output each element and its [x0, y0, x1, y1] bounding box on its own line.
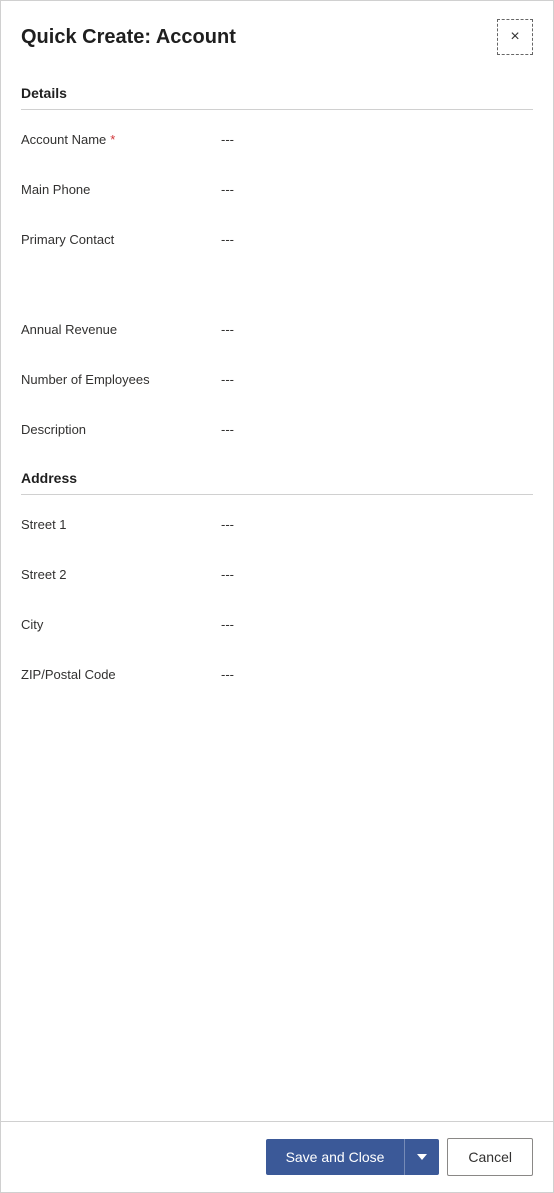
value-primary-contact[interactable]: ---: [221, 232, 533, 247]
field-account-name[interactable]: Account Name *---: [21, 114, 533, 164]
field-number-of-employees[interactable]: Number of Employees---: [21, 354, 533, 404]
field-street-1[interactable]: Street 1---: [21, 499, 533, 549]
value-number-of-employees[interactable]: ---: [221, 372, 533, 387]
label-city: City: [21, 617, 221, 632]
save-and-close-button[interactable]: Save and Close: [266, 1139, 405, 1175]
label-primary-contact: Primary Contact: [21, 232, 221, 247]
save-dropdown-button[interactable]: [404, 1139, 439, 1175]
save-button-container: Save and Close: [266, 1139, 440, 1175]
section-header-address: Address: [21, 454, 533, 495]
dialog-body: DetailsAccount Name *---Main Phone---Pri…: [1, 69, 553, 1121]
value-account-name[interactable]: ---: [221, 132, 533, 147]
required-indicator: *: [110, 132, 115, 147]
label-number-of-employees: Number of Employees: [21, 372, 221, 387]
value-description[interactable]: ---: [221, 422, 533, 437]
label-account-name: Account Name *: [21, 132, 221, 147]
field-main-phone[interactable]: Main Phone---: [21, 164, 533, 214]
label-description: Description: [21, 422, 221, 437]
label-street-2: Street 2: [21, 567, 221, 582]
section-header-details: Details: [21, 69, 533, 110]
field-annual-revenue[interactable]: Annual Revenue---: [21, 304, 533, 354]
label-street-1: Street 1: [21, 517, 221, 532]
value-street-2[interactable]: ---: [221, 567, 533, 582]
dialog-footer: Save and Close Cancel: [1, 1121, 553, 1192]
value-annual-revenue[interactable]: ---: [221, 322, 533, 337]
label-main-phone: Main Phone: [21, 182, 221, 197]
cancel-button[interactable]: Cancel: [447, 1138, 533, 1176]
value-city[interactable]: ---: [221, 617, 533, 632]
label-annual-revenue: Annual Revenue: [21, 322, 221, 337]
value-main-phone[interactable]: ---: [221, 182, 533, 197]
close-icon: ×: [510, 28, 519, 46]
value-street-1[interactable]: ---: [221, 517, 533, 532]
label-zip-postal-code: ZIP/Postal Code: [21, 667, 221, 682]
dialog-header: Quick Create: Account ×: [1, 1, 553, 69]
close-button[interactable]: ×: [497, 19, 533, 55]
field-zip-postal-code[interactable]: ZIP/Postal Code---: [21, 649, 533, 699]
dialog-title: Quick Create: Account: [21, 26, 236, 49]
section-address: AddressStreet 1---Street 2---City---ZIP/…: [21, 454, 533, 699]
value-zip-postal-code[interactable]: ---: [221, 667, 533, 682]
field-description[interactable]: Description---: [21, 404, 533, 454]
chevron-down-icon: [417, 1154, 427, 1160]
field-city[interactable]: City---: [21, 599, 533, 649]
section-details: DetailsAccount Name *---Main Phone---Pri…: [21, 69, 533, 454]
field-street-2[interactable]: Street 2---: [21, 549, 533, 599]
field-primary-contact[interactable]: Primary Contact---: [21, 214, 533, 264]
quick-create-dialog: Quick Create: Account × DetailsAccount N…: [0, 0, 554, 1193]
